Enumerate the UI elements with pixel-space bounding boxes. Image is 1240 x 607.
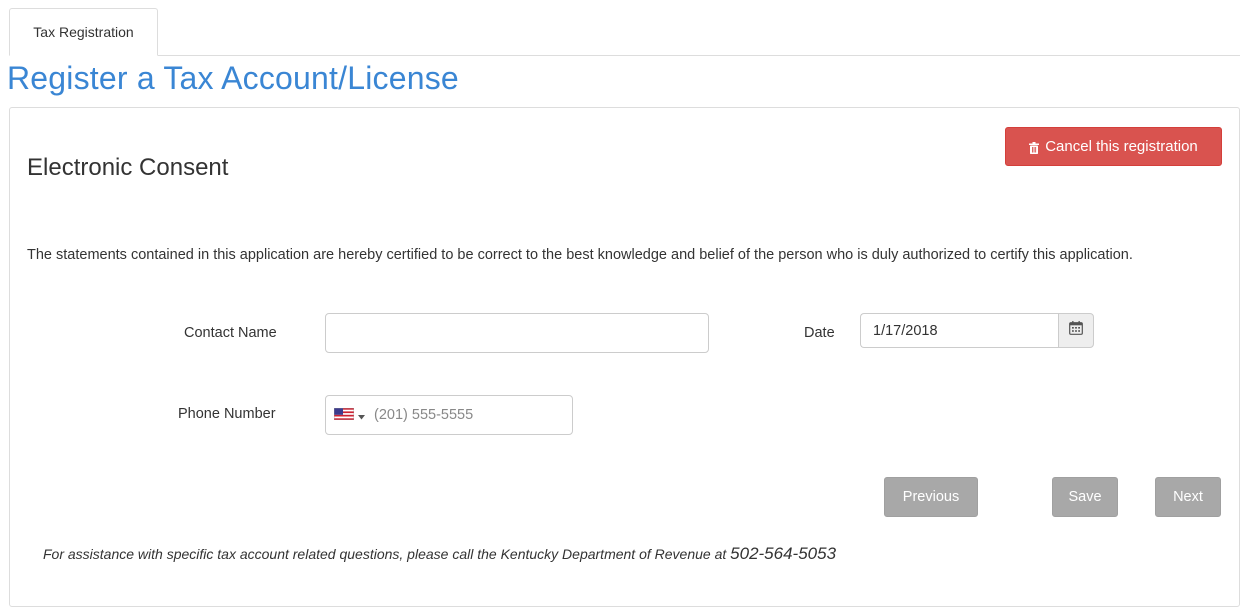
chevron-down-icon [358,407,365,425]
next-button[interactable]: Next [1155,477,1221,517]
contact-name-label: Contact Name [184,325,277,341]
tab-bar [9,55,1240,56]
previous-button[interactable]: Previous [884,477,978,517]
us-flag-icon [333,407,355,425]
consent-panel [9,107,1240,607]
contact-name-input[interactable] [325,313,709,353]
calendar-button[interactable] [1058,313,1094,348]
section-title: Electronic Consent [27,154,229,181]
page-title: Register a Tax Account/License [7,60,459,96]
trash-icon [1029,141,1040,154]
calendar-icon [1069,321,1083,340]
phone-number-field [325,395,573,435]
tab-tax-registration[interactable]: Tax Registration [9,8,158,56]
phone-number-label: Phone Number [178,406,276,422]
country-selector[interactable] [333,407,368,425]
certification-statement: The statements contained in this applica… [27,247,1133,263]
assistance-note: For assistance with specific tax account… [43,544,836,564]
save-button[interactable]: Save [1052,477,1118,517]
cancel-registration-button[interactable]: Cancel this registration [1005,127,1222,166]
assistance-text: For assistance with specific tax account… [43,546,727,562]
department-phone: 502-564-5053 [730,544,837,563]
phone-number-input[interactable] [374,397,564,433]
date-label: Date [804,325,835,341]
date-input[interactable] [860,313,1058,348]
cancel-registration-label: Cancel this registration [1045,138,1198,155]
date-picker [860,313,1094,348]
